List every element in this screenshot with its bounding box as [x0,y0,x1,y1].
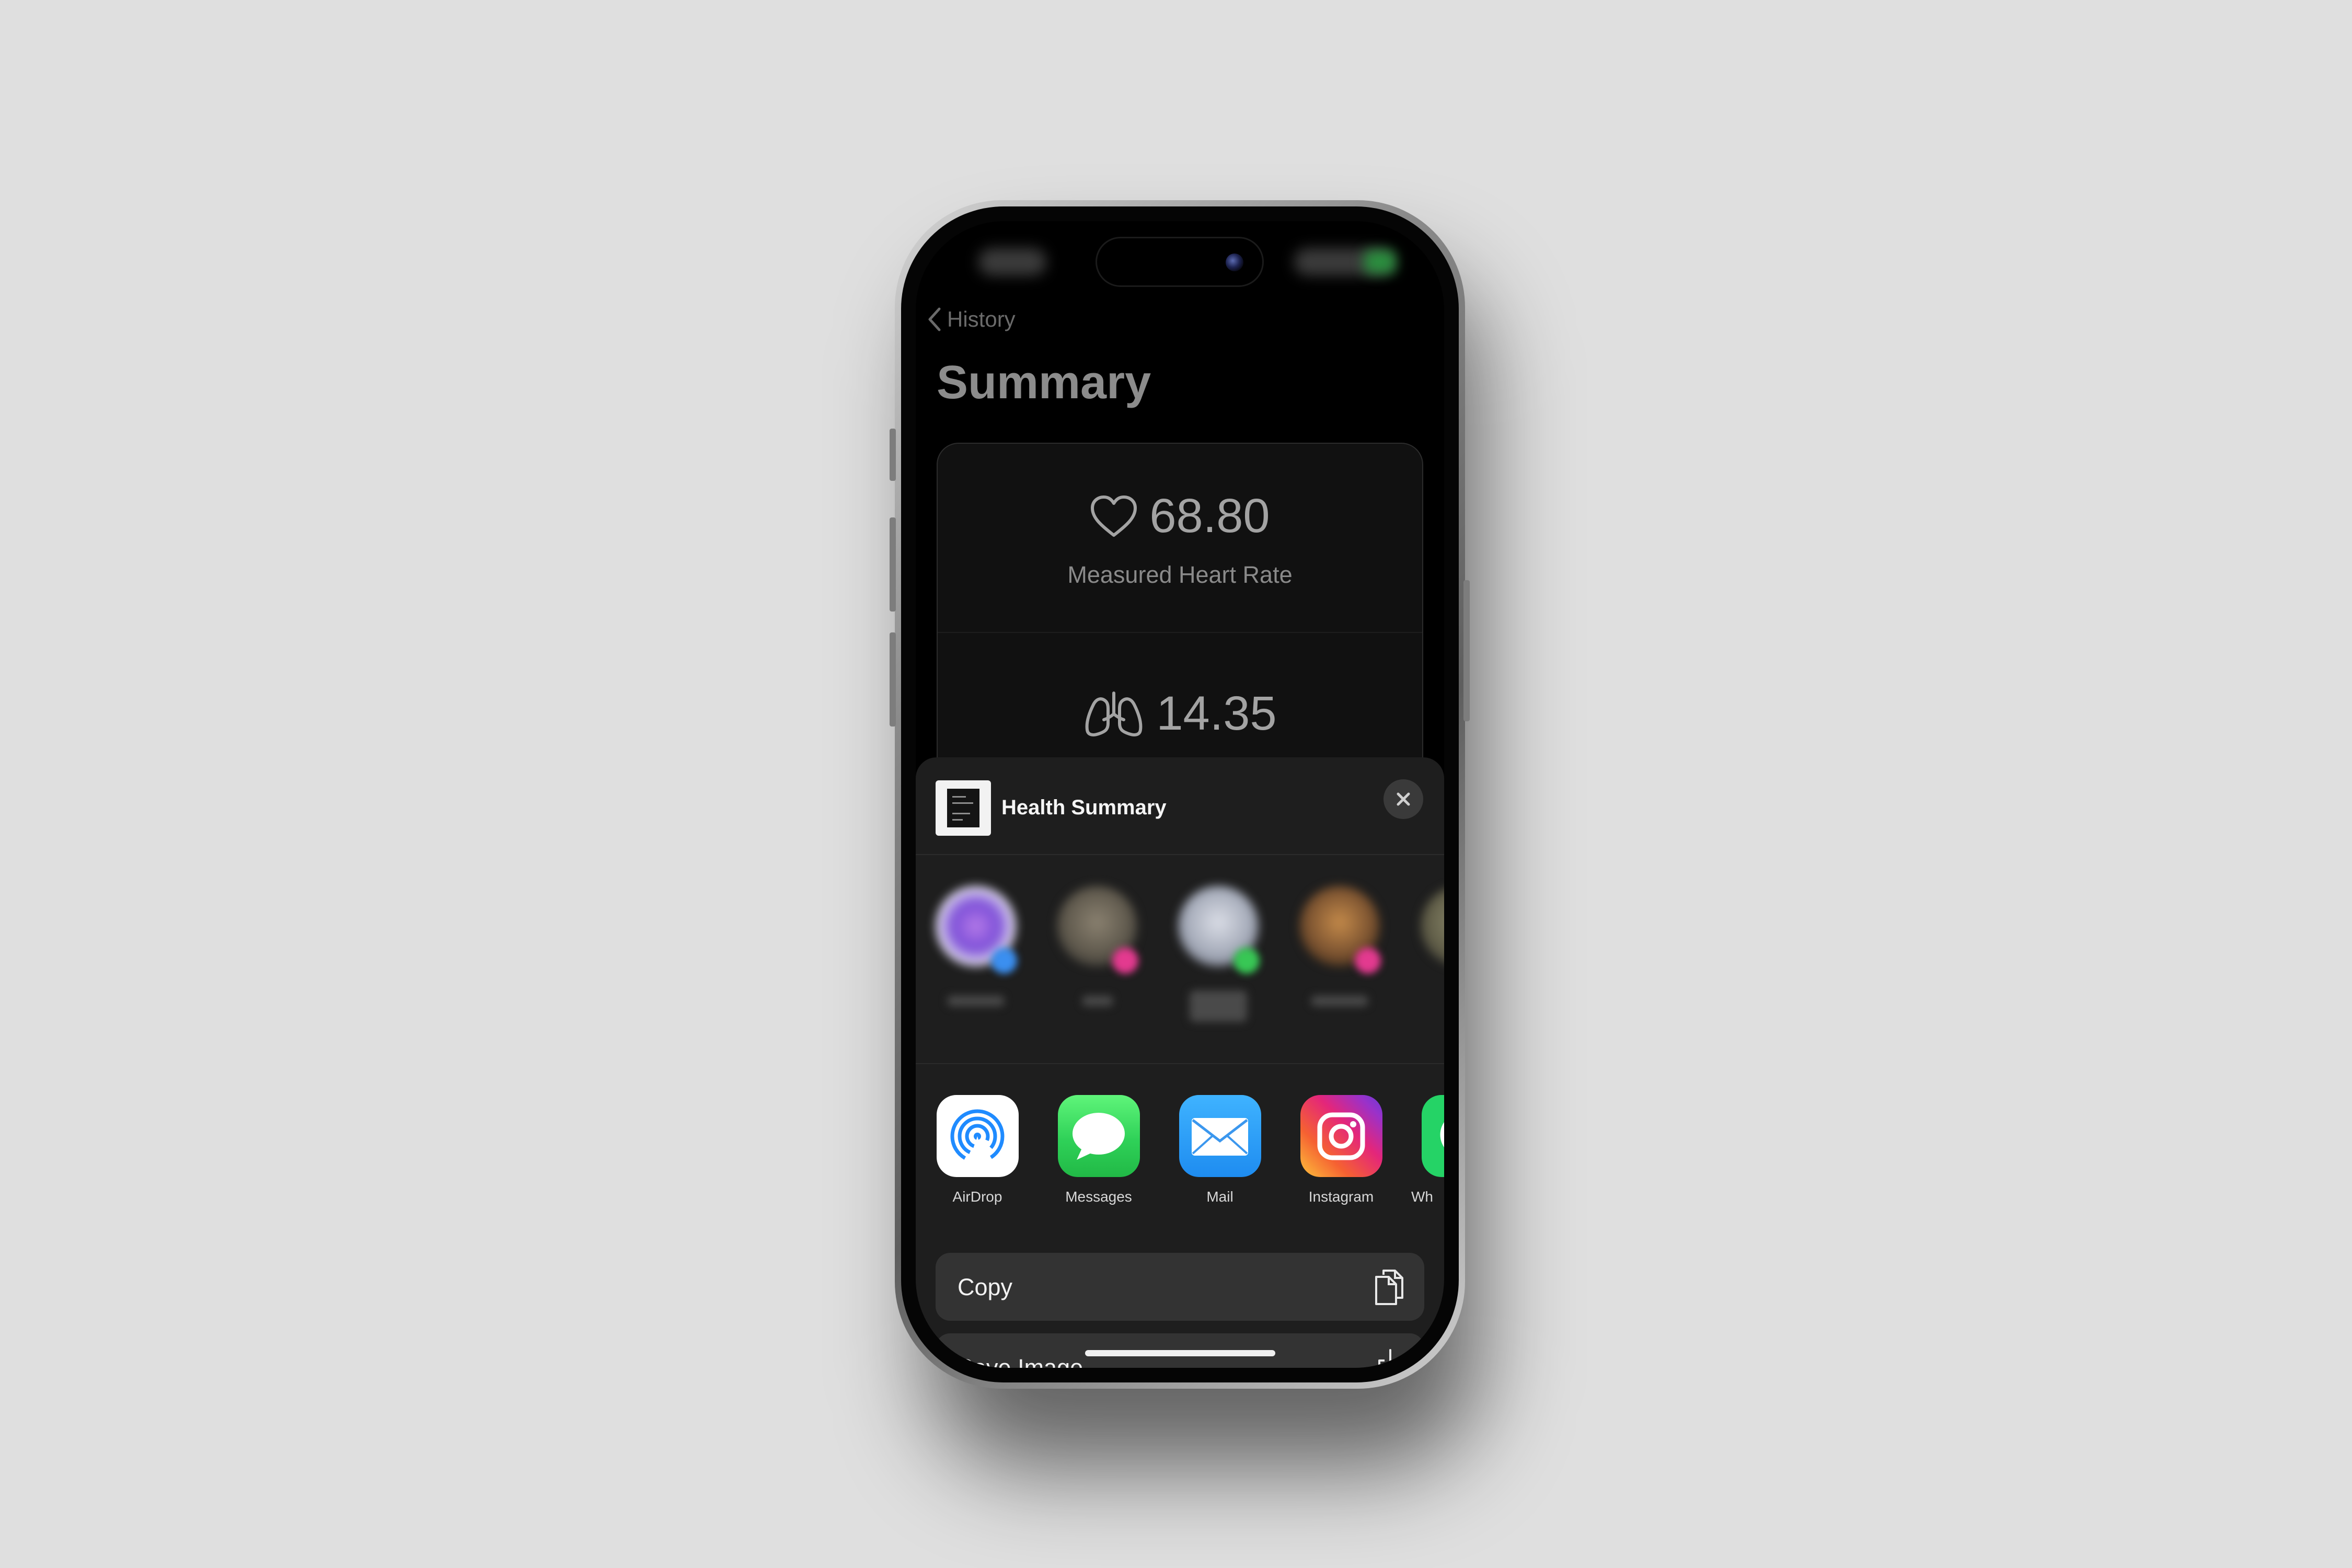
airdrop-icon [936,1095,1019,1177]
instagram-icon [1300,1095,1382,1177]
suggested-contact[interactable] [931,886,1017,1043]
camera-lens-icon [1226,253,1243,271]
respiratory-rate-value: 14.35 [1156,687,1277,740]
heart-rate-value: 68.80 [1149,489,1270,543]
save-image-icon [1378,1349,1402,1368]
action-button [890,429,896,481]
share-app-whatsapp[interactable]: Wh [1410,1095,1444,1205]
share-app-instagram[interactable]: Instagram [1289,1095,1393,1205]
save-image-action-label: Save Image [958,1354,1083,1368]
suggested-contact[interactable] [1416,886,1444,1043]
phone-screen: History Summary 68.80 Measured Heart Rat… [916,221,1444,1368]
whatsapp-icon [1421,1095,1444,1177]
metric-divider [938,632,1422,633]
chevron-left-icon [928,307,941,331]
close-button[interactable] [1383,779,1423,819]
home-indicator[interactable] [1085,1350,1275,1356]
share-app-messages[interactable]: Messages [1046,1095,1151,1205]
heart-rate-label: Measured Heart Rate [1067,561,1293,588]
share-app-label: Messages [1065,1189,1132,1205]
suggested-contacts-row [916,857,1444,1063]
sheet-divider [916,854,1444,855]
respiratory-metric: 14.35 [938,686,1422,741]
share-app-airdrop[interactable]: AirDrop [925,1095,1030,1205]
power-button [1463,580,1470,721]
battery-icon [1364,250,1396,273]
sheet-divider [916,1063,1444,1064]
suggested-contact[interactable] [1295,886,1381,1043]
mockup-scene: History Summary 68.80 Measured Heart Rat… [0,0,2352,1568]
status-time-blurred [978,248,1046,275]
mail-icon [1179,1095,1261,1177]
share-app-label: Wh [1411,1189,1433,1205]
copy-action[interactable]: Copy [936,1253,1424,1321]
share-app-label: Mail [1206,1189,1233,1205]
suggested-contact[interactable] [1174,886,1260,1043]
share-app-mail[interactable]: Mail [1168,1095,1272,1205]
suggested-contact[interactable] [1053,886,1138,1043]
back-label: History [947,307,1016,331]
messages-icon [1057,1095,1140,1177]
share-app-label: AirDrop [952,1189,1002,1205]
share-preview-thumbnail [936,780,991,836]
close-icon [1397,792,1410,806]
share-sheet-title: Health Summary [1001,796,1167,819]
copy-icon [1375,1270,1403,1305]
dynamic-island [1096,237,1264,287]
volume-up-button [890,517,896,612]
back-button[interactable]: History [927,307,1016,332]
copy-action-label: Copy [958,1274,1013,1300]
page-title: Summary [937,356,1151,409]
heart-icon [1091,495,1137,537]
volume-down-button [890,632,896,727]
heart-rate-metric: 68.80 Measured Heart Rate [938,489,1422,589]
share-sheet: Health Summary AirDrop Messages Mail Ins… [916,757,1444,1368]
lungs-icon [1085,691,1143,736]
share-app-label: Instagram [1308,1189,1374,1205]
